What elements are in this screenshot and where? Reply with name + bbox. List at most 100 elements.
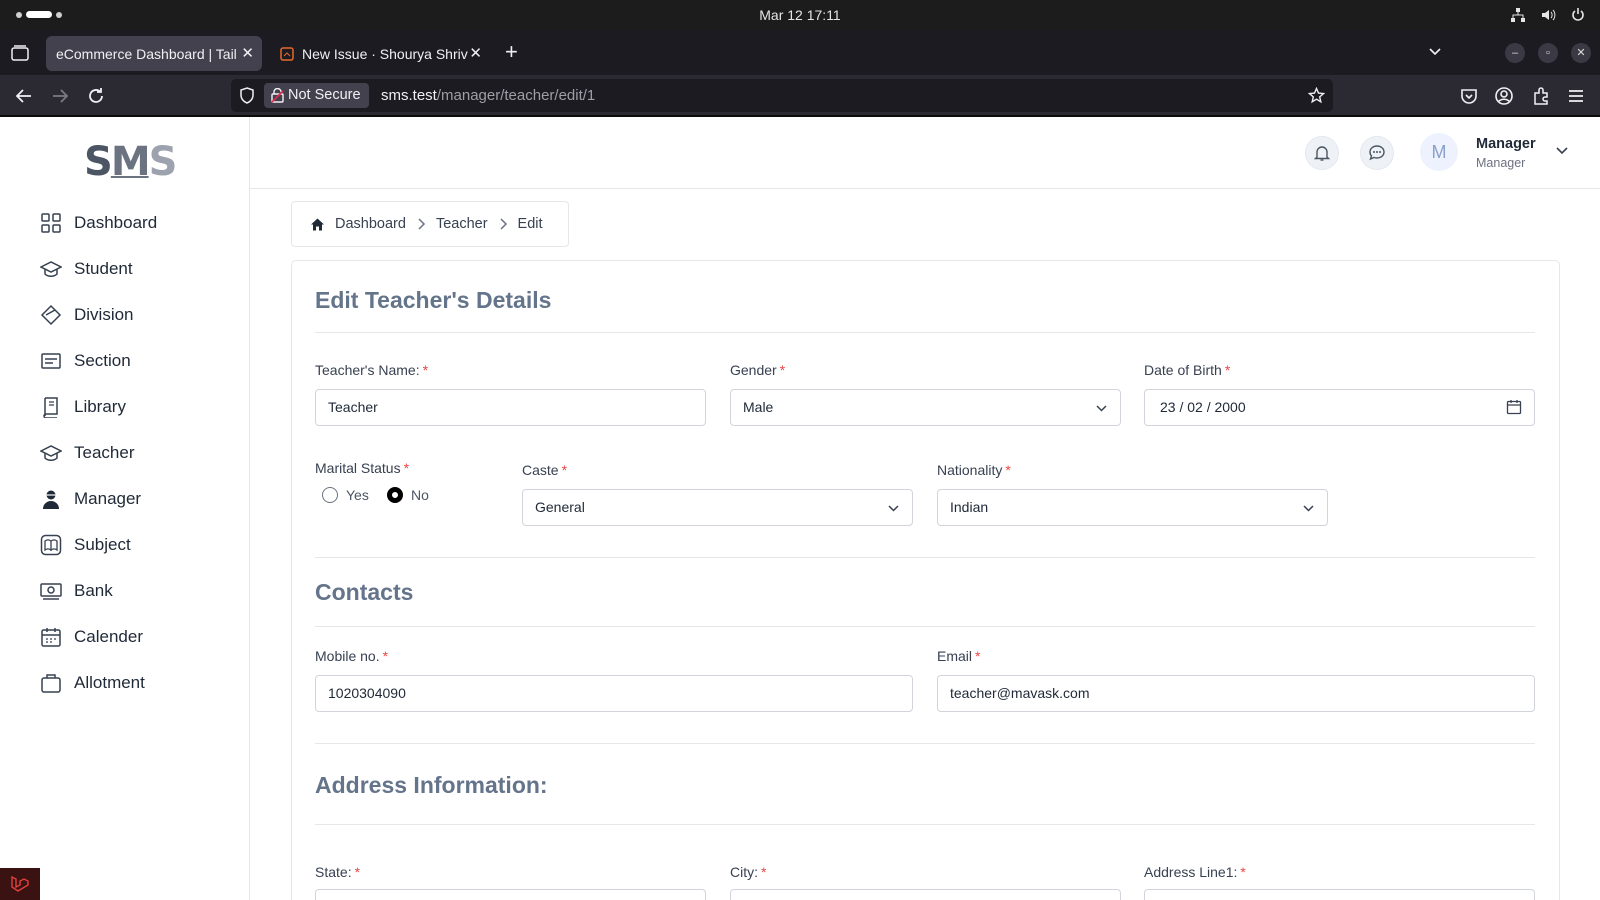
account-icon[interactable] [1494, 86, 1514, 106]
required-mark: * [761, 864, 767, 880]
sidebar-item-teacher[interactable]: Teacher [40, 439, 134, 467]
dob-label: Date of Birth * [1144, 362, 1230, 378]
new-tab-button[interactable]: + [505, 41, 518, 63]
gender-select[interactable]: Male [730, 389, 1121, 426]
required-mark: * [382, 648, 389, 664]
breadcrumb-edit: Edit [517, 216, 543, 232]
breadcrumb-dashboard[interactable]: Dashboard [335, 216, 406, 232]
not-secure-indicator[interactable]: Not Secure [264, 83, 369, 108]
marital-no-radio[interactable] [387, 487, 403, 503]
tab-label: New Issue · Shourya Shriv [302, 45, 468, 62]
logo-letter: S [148, 139, 178, 185]
sidebar-item-bank[interactable]: Bank [40, 577, 113, 605]
restore-window-button[interactable]: ▫ [1538, 43, 1558, 63]
user-role: Manager [1476, 156, 1526, 170]
radio-label: Yes [346, 487, 369, 503]
user-icon [43, 490, 59, 509]
network-icon [1511, 8, 1525, 22]
sidebar-item-label: Division [74, 305, 134, 324]
required-mark: * [1240, 864, 1246, 880]
chevron-down-icon[interactable] [1428, 45, 1442, 59]
dob-value: 23 / 02 / 2000 [1160, 399, 1246, 415]
sidebar-item-subject[interactable]: Subject [40, 531, 131, 559]
state-select[interactable] [315, 889, 706, 900]
breadcrumb-teacher[interactable]: Teacher [436, 216, 488, 232]
reload-icon[interactable] [86, 86, 106, 106]
chevron-down-icon [1096, 405, 1107, 412]
clock[interactable]: Mar 12 17:11 [0, 7, 1600, 23]
address-title: Address Information: [315, 772, 548, 798]
city-select[interactable] [730, 889, 1121, 900]
chevron-right-icon [418, 218, 425, 230]
graduation-cap-icon [40, 445, 62, 461]
minimize-window-button[interactable]: – [1505, 43, 1525, 63]
tab-ecommerce-dashboard[interactable]: eCommerce Dashboard | Tail ✕ [46, 36, 262, 71]
browser-nav-bar: Not Secure sms.test/manager/teacher/edit… [0, 75, 1600, 117]
sidebar-item-student[interactable]: Student [40, 255, 133, 283]
avatar[interactable]: M [1420, 133, 1458, 171]
system-tray[interactable] [1510, 7, 1586, 23]
calendar-icon [41, 628, 61, 647]
calendar-icon[interactable] [1506, 399, 1522, 415]
user-name[interactable]: Manager [1476, 136, 1536, 152]
pocket-icon[interactable] [1459, 86, 1479, 106]
power-icon [1572, 8, 1584, 21]
sidebar-item-manager[interactable]: Manager [40, 485, 141, 513]
notifications-button[interactable] [1305, 136, 1339, 170]
laravel-icon [11, 875, 29, 892]
logo-letter: S [84, 139, 113, 185]
contacts-title: Contacts [315, 579, 414, 605]
diamond-icon [40, 304, 62, 326]
close-tab-icon[interactable]: ✕ [469, 44, 482, 62]
close-window-button[interactable]: ✕ [1571, 43, 1591, 63]
email-input[interactable]: teacher@mavask.com [937, 675, 1535, 712]
label-text: Mobile no. [315, 648, 380, 664]
forward-arrow-icon[interactable] [50, 86, 70, 106]
caste-select[interactable]: General [522, 489, 913, 526]
messages-button[interactable] [1360, 136, 1394, 170]
browser-tab-strip: eCommerce Dashboard | Tail ✕ New Issue ·… [0, 30, 1600, 75]
marital-no-option[interactable]: No [387, 487, 429, 503]
back-arrow-icon[interactable] [14, 86, 34, 106]
grid-icon [41, 213, 61, 233]
sidebar-item-division[interactable]: Division [40, 301, 134, 329]
sms-logo[interactable]: SMS [84, 139, 178, 185]
open-book-icon [40, 534, 62, 556]
divider [315, 626, 1535, 627]
sidebar-item-calender[interactable]: Calender [40, 623, 143, 651]
hamburger-menu-icon[interactable] [1566, 86, 1586, 106]
caste-value: General [535, 499, 585, 515]
marital-yes-option[interactable]: Yes [322, 487, 369, 503]
sidebar-item-label: Bank [74, 581, 113, 600]
nationality-select[interactable]: Indian [937, 489, 1328, 526]
mobile-input[interactable]: 1020304090 [315, 675, 913, 712]
bookmark-star-icon[interactable] [1308, 87, 1325, 104]
marital-yes-radio[interactable] [322, 487, 338, 503]
label-text: State: [315, 864, 352, 880]
tab-new-issue[interactable]: New Issue · Shourya Shriv ✕ [270, 36, 490, 71]
shield-icon[interactable] [239, 87, 255, 104]
date-of-birth-input[interactable]: 23 / 02 / 2000 [1144, 389, 1535, 426]
breadcrumb: Dashboard Teacher Edit [291, 201, 569, 247]
label-text: Teacher's Name: [315, 362, 420, 378]
url-text[interactable]: sms.test/manager/teacher/edit/1 [381, 87, 595, 104]
extensions-icon[interactable] [1531, 86, 1551, 106]
home-icon[interactable] [310, 217, 325, 232]
sidebar-item-section[interactable]: Section [40, 347, 131, 375]
chevron-down-icon[interactable] [1555, 144, 1569, 158]
required-mark: * [779, 362, 786, 378]
teacher-name-input[interactable]: Teacher [315, 389, 706, 426]
sidebar-item-library[interactable]: Library [40, 393, 126, 421]
close-tab-icon[interactable]: ✕ [241, 44, 254, 62]
tab-overview-icon[interactable] [11, 45, 29, 61]
sidebar-item-label: Allotment [74, 673, 145, 692]
debugbar-toggle[interactable] [0, 868, 40, 900]
sidebar-item-allotment[interactable]: Allotment [40, 669, 145, 697]
gender-value: Male [743, 399, 774, 415]
sidebar-item-dashboard[interactable]: Dashboard [40, 209, 157, 237]
address-bar[interactable]: Not Secure sms.test/manager/teacher/edit… [231, 79, 1333, 112]
book-icon [43, 397, 58, 418]
address-line1-input[interactable] [1144, 889, 1535, 900]
volume-icon [1542, 9, 1556, 21]
list-box-icon [41, 353, 61, 369]
